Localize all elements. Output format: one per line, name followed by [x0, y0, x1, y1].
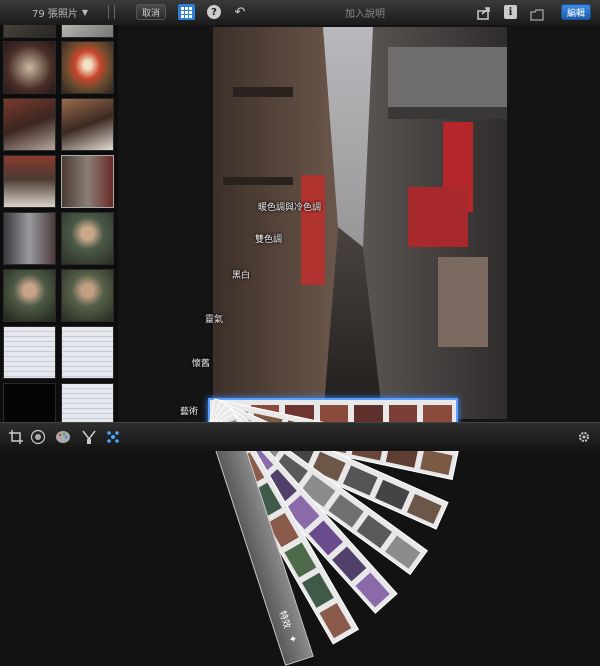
effects-fan-title: 特效 — [276, 609, 292, 631]
dropdown-arrow-icon: ▼ — [81, 8, 89, 17]
photo-thumbnail[interactable] — [61, 41, 114, 94]
album-label: 79 張照片 — [31, 9, 78, 20]
bottom-toolbar — [0, 422, 600, 451]
fan-label-vintage: 懷舊 — [192, 359, 211, 369]
photo-thumbnail[interactable] — [61, 98, 114, 151]
photo-thumbnail-sidebar — [0, 25, 118, 422]
folder-icon[interactable] — [530, 6, 544, 21]
palette-icon[interactable] — [53, 427, 73, 447]
photo-thumbnail[interactable] — [61, 269, 114, 322]
edit-button[interactable]: 編輯 — [561, 4, 591, 20]
fan-label-aura: 靈氣 — [205, 315, 224, 325]
photo-thumbnail[interactable] — [3, 155, 56, 208]
screenshot-thumbnail[interactable] — [61, 326, 114, 379]
main-photo — [213, 27, 507, 419]
photo-thumbnail[interactable] — [3, 41, 56, 94]
album-selector[interactable]: 79 張照片 ▼ — [30, 0, 90, 25]
effects-star-icon: ✦ — [285, 633, 299, 645]
top-toolbar: 79 張照片 ▼ 取消 ? ↶ 加入說明 i 編輯 — [0, 0, 600, 26]
fan-label-duotone: 雙色調 — [255, 235, 283, 245]
info-icon[interactable]: i — [504, 5, 517, 19]
caption-title[interactable]: 加入說明 — [320, 0, 410, 25]
photo-thumbnail[interactable] — [3, 98, 56, 151]
crop-icon[interactable] — [6, 427, 26, 447]
photo-thumbnail[interactable] — [3, 212, 56, 265]
color-icon[interactable] — [28, 427, 48, 447]
effects-icon[interactable] — [103, 427, 123, 447]
photo-thumbnail-selected[interactable] — [61, 155, 114, 208]
cancel-button[interactable]: 取消 — [136, 4, 166, 20]
photo-thumbnail[interactable] — [61, 212, 114, 265]
grid-icon[interactable] — [178, 4, 195, 20]
photo-thumbnail[interactable] — [3, 383, 56, 422]
cancel-label: 取消 — [141, 8, 160, 19]
fan-label-art: 藝術 — [180, 407, 199, 417]
share-icon[interactable] — [477, 5, 491, 20]
brush-icon[interactable] — [79, 427, 99, 447]
photo-thumbnail[interactable] — [61, 25, 114, 38]
fan-label-warm-cool: 暖色調與冷色調 — [258, 203, 322, 213]
drag-handle-icon[interactable] — [108, 5, 115, 19]
screenshot-thumbnail[interactable] — [61, 383, 114, 422]
photo-thumbnail[interactable] — [3, 269, 56, 322]
help-icon[interactable]: ? — [207, 5, 221, 19]
gear-icon[interactable] — [574, 427, 594, 447]
undo-icon[interactable]: ↶ — [232, 4, 248, 20]
photo-thumbnail[interactable] — [3, 25, 56, 38]
edit-label: 編輯 — [566, 8, 585, 19]
screenshot-thumbnail[interactable] — [3, 326, 56, 379]
fan-label-bw: 黑白 — [232, 271, 251, 281]
